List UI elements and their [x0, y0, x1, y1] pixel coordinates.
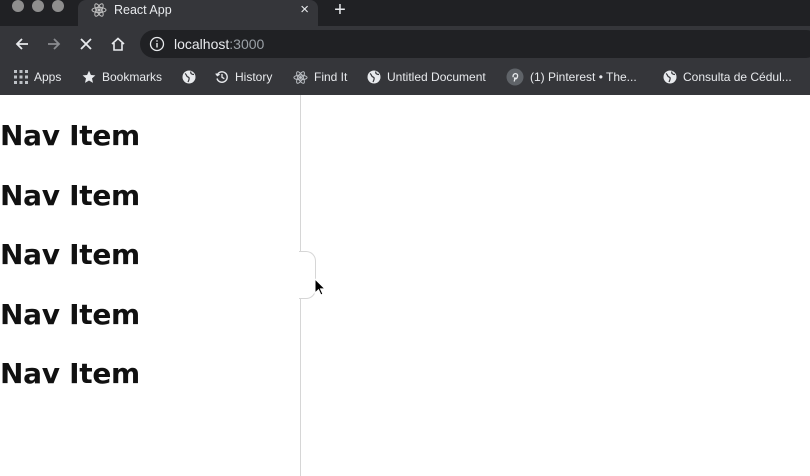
- bookmark-pinterest[interactable]: (1) Pinterest • The...: [506, 68, 637, 86]
- react-icon: [91, 3, 107, 17]
- pinterest-icon: [506, 68, 524, 86]
- url-port: :3000: [229, 36, 265, 52]
- sidebar-nav: Nav Item Nav Item Nav Item Nav Item Nav …: [0, 95, 301, 476]
- back-arrow-icon: [15, 38, 28, 50]
- bookmark-consulta[interactable]: Consulta de Cédul...: [663, 68, 792, 86]
- tab-close-icon[interactable]: ×: [300, 1, 309, 19]
- browser-chrome: React App × + localhost:3000 Apps Bookma…: [0, 0, 810, 95]
- sidebar-nav-item[interactable]: Nav Item: [0, 120, 140, 152]
- minimize-window-button[interactable]: [32, 0, 44, 12]
- url-host: localhost: [174, 36, 230, 52]
- maximize-window-button[interactable]: [52, 0, 64, 12]
- forward-button[interactable]: [44, 34, 64, 54]
- bookmark-globe[interactable]: [182, 68, 202, 86]
- tab-strip: React App × +: [0, 0, 810, 26]
- bookmark-untitled-document[interactable]: Untitled Document: [367, 68, 486, 86]
- sidebar-nav-item[interactable]: Nav Item: [0, 358, 140, 390]
- globe-icon: [182, 70, 196, 84]
- bookmark-label: History: [235, 70, 273, 84]
- stop-icon: [80, 38, 92, 50]
- toolbar: localhost:3000: [0, 26, 810, 62]
- bookmark-label: Find It: [314, 70, 348, 84]
- history-icon: [215, 71, 228, 83]
- bookmark-label: Consulta de Cédul...: [683, 70, 792, 84]
- sidebar-nav-item[interactable]: Nav Item: [0, 239, 140, 271]
- mouse-cursor-icon: [314, 278, 326, 296]
- bookmark-label: Apps: [34, 70, 62, 84]
- url-text: localhost:3000: [174, 35, 264, 53]
- new-tab-button[interactable]: +: [330, 0, 350, 20]
- bookmark-label: (1) Pinterest • The...: [530, 70, 637, 84]
- page-content: Nav Item Nav Item Nav Item Nav Item Nav …: [0, 95, 810, 476]
- bookmark-label: Bookmarks: [102, 70, 163, 84]
- tab-title: React App: [114, 3, 172, 17]
- home-icon: [111, 37, 125, 51]
- stop-button[interactable]: [76, 34, 96, 54]
- close-window-button[interactable]: [12, 0, 24, 12]
- back-button[interactable]: [12, 34, 32, 54]
- bookmark-apps[interactable]: Apps: [14, 68, 61, 86]
- info-icon[interactable]: [149, 36, 165, 52]
- star-icon: [82, 70, 96, 83]
- react-icon: [293, 70, 308, 84]
- address-bar[interactable]: localhost:3000: [140, 30, 810, 58]
- bookmark-history[interactable]: History: [215, 68, 272, 86]
- globe-icon: [663, 70, 677, 84]
- home-button[interactable]: [108, 34, 128, 54]
- globe-icon: [367, 70, 381, 84]
- sidebar-nav-item[interactable]: Nav Item: [0, 299, 140, 331]
- window-controls: [12, 0, 64, 12]
- bookmarks-bar: Apps Bookmarks History Find It Untitled …: [0, 62, 810, 92]
- bookmark-find-it[interactable]: Find It: [293, 68, 347, 86]
- apps-grid-icon: [14, 70, 28, 84]
- forward-arrow-icon: [48, 38, 61, 50]
- sidebar-nav-item[interactable]: Nav Item: [0, 180, 140, 212]
- bookmark-label: Untitled Document: [387, 70, 486, 84]
- bookmark-bookmarks[interactable]: Bookmarks: [82, 68, 162, 86]
- browser-tab[interactable]: React App ×: [78, 0, 318, 26]
